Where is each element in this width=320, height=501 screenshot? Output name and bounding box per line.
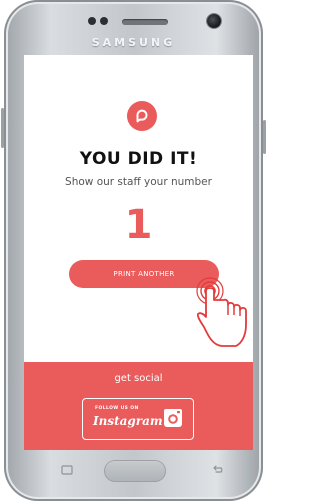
stage: SAMSUNG YOU DID IT! Show our staff your … (0, 0, 267, 501)
social-heading: get social (114, 373, 163, 384)
instagram-wordmark: Instagram (93, 414, 163, 428)
print-another-label: PRINT ANOTHER (113, 270, 175, 278)
follow-instagram-button[interactable]: FOLLOW US ON Instagram (82, 398, 194, 440)
app-logo (127, 101, 157, 131)
page-subtitle: Show our staff your number (65, 176, 212, 188)
recent-apps-key-icon[interactable] (60, 464, 74, 476)
phone-screen: YOU DID IT! Show our staff your number 1… (24, 55, 253, 450)
phone-frame: SAMSUNG YOU DID IT! Show our staff your … (1, 0, 266, 501)
social-section: get social FOLLOW US ON Instagram (24, 362, 253, 450)
back-key-icon[interactable] (210, 464, 224, 476)
home-button[interactable] (104, 460, 166, 482)
light-sensor (100, 17, 108, 25)
device-brand: SAMSUNG (91, 36, 176, 49)
proximity-sensor (88, 17, 96, 25)
tap-hand-icon (196, 277, 247, 347)
order-number: 1 (124, 202, 153, 248)
earpiece-speaker (122, 19, 168, 25)
instagram-icon (164, 409, 182, 427)
power-button (263, 120, 266, 154)
app-logo-icon (136, 109, 148, 123)
page-title: YOU DID IT! (79, 149, 198, 169)
follow-us-label: FOLLOW US ON (95, 406, 139, 411)
volume-button (1, 108, 4, 148)
front-camera (207, 14, 221, 28)
